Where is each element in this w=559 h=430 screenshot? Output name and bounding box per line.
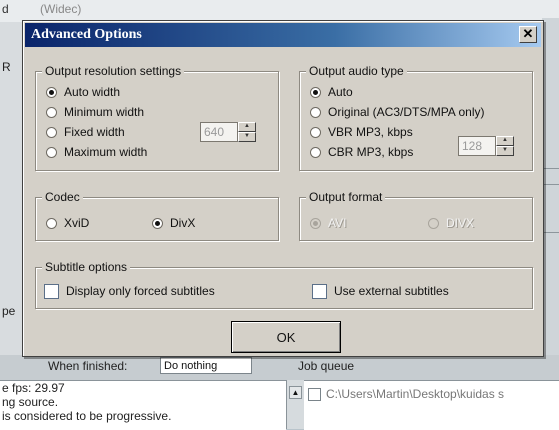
background-text: R xyxy=(2,60,11,74)
spin-up-icon[interactable]: ▲ xyxy=(496,136,514,146)
radio-codec-xvid[interactable]: XviD xyxy=(46,215,89,231)
radio-codec-divx[interactable]: DivX xyxy=(152,215,195,231)
radio-label: Maximum width xyxy=(64,145,148,159)
radio-label: AVI xyxy=(328,216,347,230)
queue-item[interactable]: C:\Users\Martin\Desktop\kuidas s xyxy=(326,387,504,401)
radio-auto-width[interactable]: Auto width xyxy=(46,84,120,100)
radio-format-divx[interactable]: DIVX xyxy=(428,215,474,231)
resolution-legend: Output resolution settings xyxy=(42,64,185,78)
radio-label: Fixed width xyxy=(64,125,125,139)
background-text: d xyxy=(2,2,9,16)
log-scrollbar[interactable]: ▲ xyxy=(286,380,305,429)
log-line: is considered to be progressive. xyxy=(2,409,172,423)
dialog-titlebar[interactable]: Advanced Options ✕ xyxy=(25,23,541,47)
when-finished-combo[interactable]: Do nothing xyxy=(160,357,252,374)
background-finish-row: When finished: Do nothing Job queue xyxy=(0,355,559,380)
radio-audio-vbr-mp3[interactable]: VBR MP3, kbps xyxy=(310,124,413,140)
checkbox-label: Use external subtitles xyxy=(334,284,449,298)
resolution-group: Output resolution settings Auto width Mi… xyxy=(35,64,279,171)
spin-down-icon[interactable]: ▼ xyxy=(496,146,514,156)
audio-legend: Output audio type xyxy=(306,64,407,78)
advanced-options-dialog: Advanced Options ✕ Output resolution set… xyxy=(22,20,544,357)
background-header: d (Widec) xyxy=(0,0,559,22)
radio-icon xyxy=(310,146,321,158)
when-finished-label: When finished: xyxy=(48,359,128,373)
radio-selected-icon xyxy=(310,86,321,98)
job-queue-list: C:\Users\Martin\Desktop\kuidas s xyxy=(304,380,559,430)
format-legend: Output format xyxy=(306,190,386,204)
radio-label: Auto width xyxy=(64,85,121,99)
radio-label: Original (AC3/DTS/MPA only) xyxy=(328,105,485,119)
radio-maximum-width[interactable]: Maximum width xyxy=(46,144,147,160)
radio-audio-auto[interactable]: Auto xyxy=(310,84,353,100)
radio-format-avi[interactable]: AVI xyxy=(310,215,346,231)
radio-selected-icon xyxy=(46,86,57,98)
scroll-up-icon[interactable]: ▲ xyxy=(289,386,302,399)
radio-minimum-width[interactable]: Minimum width xyxy=(46,104,144,120)
checkbox-icon xyxy=(44,283,59,299)
forced-subtitles-checkbox[interactable]: Display only forced subtitles xyxy=(44,282,215,300)
radio-label: DIVX xyxy=(446,216,475,230)
fixed-width-input[interactable] xyxy=(200,122,238,142)
job-queue-label: Job queue xyxy=(298,359,355,373)
radio-label: DivX xyxy=(170,216,196,230)
background-left-panel: R pe xyxy=(0,22,22,362)
queue-item-checkbox[interactable] xyxy=(308,388,321,401)
radio-label: Auto xyxy=(328,85,353,99)
radio-icon xyxy=(46,126,57,138)
external-subtitles-checkbox[interactable]: Use external subtitles xyxy=(312,282,449,300)
radio-icon xyxy=(46,146,57,158)
spin-up-icon[interactable]: ▲ xyxy=(238,122,256,132)
fixed-width-spinner[interactable]: ▲ ▼ xyxy=(200,122,256,142)
log-line: e fps: 29.97 xyxy=(2,381,65,395)
radio-icon xyxy=(310,106,321,118)
spin-down-icon[interactable]: ▼ xyxy=(238,132,256,142)
radio-audio-cbr-mp3[interactable]: CBR MP3, kbps xyxy=(310,144,413,160)
radio-selected-icon xyxy=(310,217,321,229)
ok-button[interactable]: OK xyxy=(231,321,341,353)
close-icon: ✕ xyxy=(522,26,534,41)
subtitle-legend: Subtitle options xyxy=(42,260,131,274)
radio-fixed-width[interactable]: Fixed width xyxy=(46,124,125,140)
radio-icon xyxy=(428,217,439,229)
radio-label: Minimum width xyxy=(64,105,145,119)
radio-selected-icon xyxy=(152,217,163,229)
bitrate-input[interactable] xyxy=(458,136,496,156)
background-right-panel xyxy=(542,18,559,368)
codec-legend: Codec xyxy=(42,190,83,204)
background-text: pe xyxy=(2,304,16,318)
format-group: Output format AVI DIVX xyxy=(299,190,533,241)
checkbox-label: Display only forced subtitles xyxy=(66,284,215,298)
log-panel: e fps: 29.97 ng source. is considered to… xyxy=(0,380,286,430)
radio-icon xyxy=(310,126,321,138)
radio-audio-original[interactable]: Original (AC3/DTS/MPA only) xyxy=(310,104,485,120)
radio-icon xyxy=(46,106,57,118)
log-line: ng source. xyxy=(2,395,59,409)
subtitle-group: Subtitle options Display only forced sub… xyxy=(35,260,533,309)
bitrate-spinner[interactable]: ▲ ▼ xyxy=(458,136,514,156)
audio-group: Output audio type Auto Original (AC3/DTS… xyxy=(299,64,533,171)
radio-label: CBR MP3, kbps xyxy=(328,145,414,159)
close-button[interactable]: ✕ xyxy=(519,26,537,43)
checkbox-icon xyxy=(312,283,327,299)
codec-group: Codec XviD DivX xyxy=(35,190,279,241)
background-text: (Widec) xyxy=(40,2,82,16)
radio-label: XviD xyxy=(64,216,90,230)
radio-label: VBR MP3, kbps xyxy=(328,125,413,139)
dialog-title: Advanced Options xyxy=(31,27,142,42)
radio-icon xyxy=(46,217,57,229)
